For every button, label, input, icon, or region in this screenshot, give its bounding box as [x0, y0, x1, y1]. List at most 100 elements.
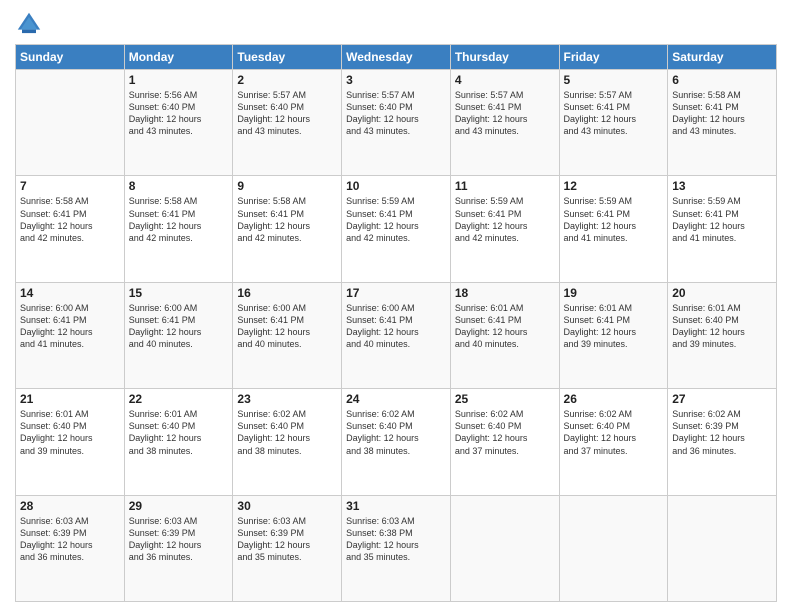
calendar-cell	[16, 70, 125, 176]
calendar-cell: 12Sunrise: 5:59 AM Sunset: 6:41 PM Dayli…	[559, 176, 668, 282]
calendar-week-row: 21 Sunrise: 6:01 AM Sunset: 6:40 PM Dayli…	[16, 389, 777, 495]
day-number: 8	[129, 179, 229, 193]
day-number: 19	[564, 286, 664, 300]
calendar-header-row: SundayMondayTuesdayWednesdayThursdayFrid…	[16, 45, 777, 70]
header	[15, 10, 777, 38]
day-number: 30	[237, 499, 337, 513]
calendar-cell: 18 Sunrise: 6:01 AM Sunset: 6:41 PM Dayli…	[450, 282, 559, 388]
cell-info: Sunrise: 6:02 AM Sunset: 6:40 PM Dayligh…	[237, 408, 337, 457]
calendar-cell: 1Sunrise: 5:56 AM Sunset: 6:40 PM Daylig…	[124, 70, 233, 176]
cell-info: Sunrise: 5:57 AM Sunset: 6:41 PM Dayligh…	[564, 89, 664, 138]
day-number: 25	[455, 392, 555, 406]
cell-info: Sunrise: 6:03 AM Sunset: 6:38 PM Dayligh…	[346, 515, 446, 564]
calendar-cell: 3 Sunrise: 5:57 AM Sunset: 6:40 PM Daylig…	[342, 70, 451, 176]
cell-info: Sunrise: 6:00 AM Sunset: 6:41 PM Dayligh…	[237, 302, 337, 351]
day-number: 27	[672, 392, 772, 406]
calendar-cell: 11Sunrise: 5:59 AM Sunset: 6:41 PM Dayli…	[450, 176, 559, 282]
day-number: 28	[20, 499, 120, 513]
day-number: 17	[346, 286, 446, 300]
calendar-cell	[668, 495, 777, 601]
weekday-header: Thursday	[450, 45, 559, 70]
day-number: 15	[129, 286, 229, 300]
day-number: 21	[20, 392, 120, 406]
calendar-cell: 4Sunrise: 5:57 AM Sunset: 6:41 PM Daylig…	[450, 70, 559, 176]
calendar-cell: 24 Sunrise: 6:02 AM Sunset: 6:40 PM Dayli…	[342, 389, 451, 495]
day-number: 29	[129, 499, 229, 513]
cell-info: Sunrise: 5:58 AM Sunset: 6:41 PM Dayligh…	[20, 195, 120, 244]
cell-info: Sunrise: 5:59 AM Sunset: 6:41 PM Dayligh…	[455, 195, 555, 244]
cell-info: Sunrise: 6:03 AM Sunset: 6:39 PM Dayligh…	[237, 515, 337, 564]
cell-info: Sunrise: 5:58 AM Sunset: 6:41 PM Dayligh…	[129, 195, 229, 244]
day-number: 10	[346, 179, 446, 193]
day-number: 13	[672, 179, 772, 193]
calendar-cell: 25 Sunrise: 6:02 AM Sunset: 6:40 PM Dayli…	[450, 389, 559, 495]
calendar-cell: 15 Sunrise: 6:00 AM Sunset: 6:41 PM Dayli…	[124, 282, 233, 388]
calendar-cell: 31 Sunrise: 6:03 AM Sunset: 6:38 PM Dayli…	[342, 495, 451, 601]
calendar-cell: 23 Sunrise: 6:02 AM Sunset: 6:40 PM Dayli…	[233, 389, 342, 495]
cell-info: Sunrise: 5:59 AM Sunset: 6:41 PM Dayligh…	[346, 195, 446, 244]
calendar-cell: 7 Sunrise: 5:58 AM Sunset: 6:41 PM Daylig…	[16, 176, 125, 282]
cell-info: Sunrise: 5:57 AM Sunset: 6:41 PM Dayligh…	[455, 89, 555, 138]
weekday-header: Wednesday	[342, 45, 451, 70]
calendar-cell: 10 Sunrise: 5:59 AM Sunset: 6:41 PM Dayli…	[342, 176, 451, 282]
calendar-week-row: 28 Sunrise: 6:03 AM Sunset: 6:39 PM Dayli…	[16, 495, 777, 601]
day-number: 18	[455, 286, 555, 300]
calendar-cell: 21 Sunrise: 6:01 AM Sunset: 6:40 PM Dayli…	[16, 389, 125, 495]
day-number: 14	[20, 286, 120, 300]
logo-icon	[15, 10, 43, 38]
cell-info: Sunrise: 6:01 AM Sunset: 6:40 PM Dayligh…	[129, 408, 229, 457]
day-number: 7	[20, 179, 120, 193]
weekday-header: Sunday	[16, 45, 125, 70]
day-number: 5	[564, 73, 664, 87]
day-number: 31	[346, 499, 446, 513]
cell-info: Sunrise: 6:01 AM Sunset: 6:40 PM Dayligh…	[672, 302, 772, 351]
calendar-cell	[559, 495, 668, 601]
calendar-cell: 27Sunrise: 6:02 AM Sunset: 6:39 PM Dayli…	[668, 389, 777, 495]
day-number: 23	[237, 392, 337, 406]
cell-info: Sunrise: 5:59 AM Sunset: 6:41 PM Dayligh…	[564, 195, 664, 244]
calendar-cell: 30 Sunrise: 6:03 AM Sunset: 6:39 PM Dayli…	[233, 495, 342, 601]
cell-info: Sunrise: 6:03 AM Sunset: 6:39 PM Dayligh…	[20, 515, 120, 564]
day-number: 3	[346, 73, 446, 87]
cell-info: Sunrise: 6:01 AM Sunset: 6:41 PM Dayligh…	[455, 302, 555, 351]
weekday-header: Saturday	[668, 45, 777, 70]
weekday-header: Monday	[124, 45, 233, 70]
calendar-cell: 8 Sunrise: 5:58 AM Sunset: 6:41 PM Daylig…	[124, 176, 233, 282]
calendar-cell: 19Sunrise: 6:01 AM Sunset: 6:41 PM Dayli…	[559, 282, 668, 388]
calendar-cell: 13 Sunrise: 5:59 AM Sunset: 6:41 PM Dayli…	[668, 176, 777, 282]
calendar-table: SundayMondayTuesdayWednesdayThursdayFrid…	[15, 44, 777, 602]
calendar-week-row: 7 Sunrise: 5:58 AM Sunset: 6:41 PM Daylig…	[16, 176, 777, 282]
cell-info: Sunrise: 6:00 AM Sunset: 6:41 PM Dayligh…	[129, 302, 229, 351]
calendar-cell: 6Sunrise: 5:58 AM Sunset: 6:41 PM Daylig…	[668, 70, 777, 176]
day-number: 22	[129, 392, 229, 406]
calendar-cell: 20 Sunrise: 6:01 AM Sunset: 6:40 PM Dayli…	[668, 282, 777, 388]
cell-info: Sunrise: 6:01 AM Sunset: 6:40 PM Dayligh…	[20, 408, 120, 457]
cell-info: Sunrise: 6:00 AM Sunset: 6:41 PM Dayligh…	[346, 302, 446, 351]
calendar-cell: 26 Sunrise: 6:02 AM Sunset: 6:40 PM Dayli…	[559, 389, 668, 495]
day-number: 20	[672, 286, 772, 300]
logo	[15, 10, 47, 38]
calendar-cell: 14Sunrise: 6:00 AM Sunset: 6:41 PM Dayli…	[16, 282, 125, 388]
day-number: 9	[237, 179, 337, 193]
page: SundayMondayTuesdayWednesdayThursdayFrid…	[0, 0, 792, 612]
cell-info: Sunrise: 5:57 AM Sunset: 6:40 PM Dayligh…	[346, 89, 446, 138]
calendar-cell: 9 Sunrise: 5:58 AM Sunset: 6:41 PM Daylig…	[233, 176, 342, 282]
cell-info: Sunrise: 5:59 AM Sunset: 6:41 PM Dayligh…	[672, 195, 772, 244]
cell-info: Sunrise: 6:02 AM Sunset: 6:40 PM Dayligh…	[564, 408, 664, 457]
weekday-header: Tuesday	[233, 45, 342, 70]
cell-info: Sunrise: 6:03 AM Sunset: 6:39 PM Dayligh…	[129, 515, 229, 564]
cell-info: Sunrise: 6:02 AM Sunset: 6:40 PM Dayligh…	[346, 408, 446, 457]
day-number: 24	[346, 392, 446, 406]
calendar-cell: 2Sunrise: 5:57 AM Sunset: 6:40 PM Daylig…	[233, 70, 342, 176]
calendar-cell: 29 Sunrise: 6:03 AM Sunset: 6:39 PM Dayli…	[124, 495, 233, 601]
day-number: 26	[564, 392, 664, 406]
cell-info: Sunrise: 6:02 AM Sunset: 6:40 PM Dayligh…	[455, 408, 555, 457]
calendar-cell: 16 Sunrise: 6:00 AM Sunset: 6:41 PM Dayli…	[233, 282, 342, 388]
calendar-cell	[450, 495, 559, 601]
calendar-cell: 28 Sunrise: 6:03 AM Sunset: 6:39 PM Dayli…	[16, 495, 125, 601]
cell-info: Sunrise: 5:56 AM Sunset: 6:40 PM Dayligh…	[129, 89, 229, 138]
cell-info: Sunrise: 5:58 AM Sunset: 6:41 PM Dayligh…	[237, 195, 337, 244]
day-number: 2	[237, 73, 337, 87]
calendar-cell: 5 Sunrise: 5:57 AM Sunset: 6:41 PM Daylig…	[559, 70, 668, 176]
day-number: 16	[237, 286, 337, 300]
